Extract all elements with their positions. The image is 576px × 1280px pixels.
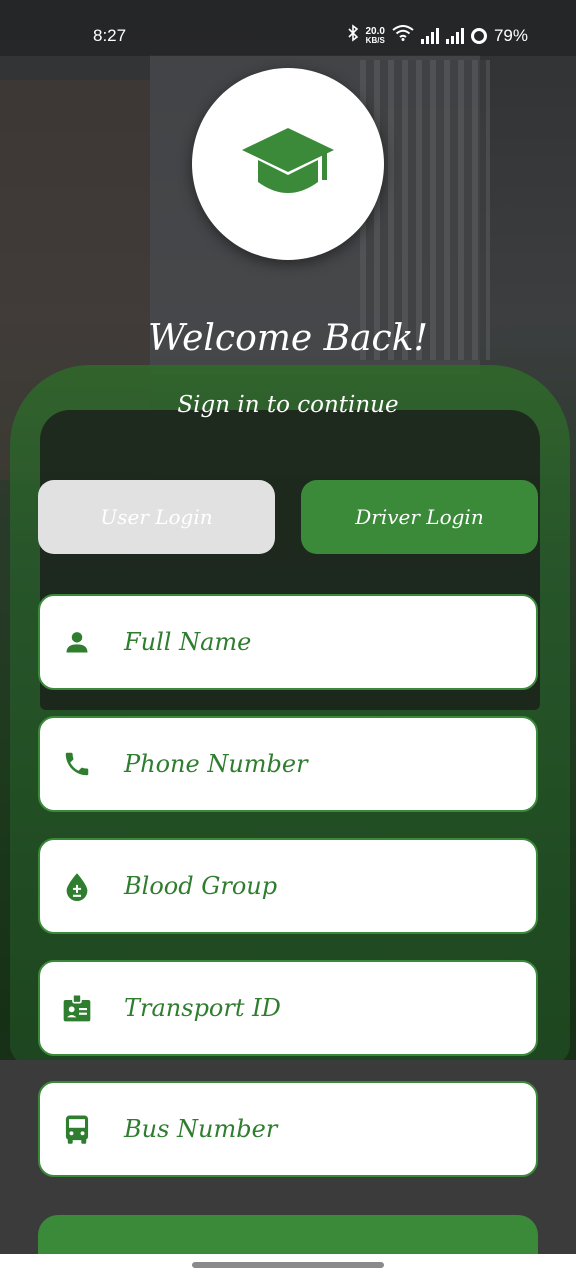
full-name-field[interactable]: Full Name (38, 594, 538, 690)
wifi-icon (392, 25, 414, 46)
login-screen: Welcome Back! Sign in to continue User L… (0, 0, 576, 1280)
battery-level: 79% (493, 25, 528, 45)
status-time: 8:27 (93, 26, 127, 45)
driver-login-tab[interactable]: Driver Login (301, 480, 538, 554)
id-badge-icon (60, 991, 94, 1025)
bus-icon (60, 1112, 94, 1146)
app-logo (192, 68, 384, 260)
transport-id-field[interactable]: Transport ID (38, 960, 538, 1056)
blood-group-field[interactable]: Blood Group (38, 838, 538, 934)
blood-group-placeholder: Blood Group (124, 872, 278, 900)
phone-number-field[interactable]: Phone Number (38, 716, 538, 812)
user-login-tab[interactable]: User Login (38, 480, 275, 554)
network-speed-value: 20.0 (365, 25, 385, 37)
home-gesture-handle[interactable] (192, 1262, 384, 1268)
blood-drop-icon (60, 869, 94, 903)
person-icon (60, 625, 94, 659)
graduation-cap-icon (242, 124, 334, 204)
bus-number-field[interactable]: Bus Number (38, 1081, 538, 1177)
network-speed-unit: KB/S (365, 35, 385, 45)
transport-id-placeholder: Transport ID (124, 994, 281, 1022)
bluetooth-icon (347, 24, 359, 47)
status-icons: 20.0 KB/S 79% (347, 24, 528, 47)
page-subtitle: Sign in to continue (177, 392, 399, 418)
phone-icon (60, 747, 94, 781)
bus-number-placeholder: Bus Number (124, 1115, 278, 1143)
signal-icon-1 (420, 27, 439, 44)
signal-icon-2 (445, 27, 464, 44)
network-speed: 20.0 KB/S (365, 25, 385, 45)
battery-icon (470, 27, 487, 44)
phone-number-placeholder: Phone Number (124, 750, 308, 778)
full-name-placeholder: Full Name (124, 628, 252, 656)
page-title: Welcome Back! (148, 318, 428, 359)
status-bar: 8:27 20.0 KB/S 79% (0, 0, 576, 56)
